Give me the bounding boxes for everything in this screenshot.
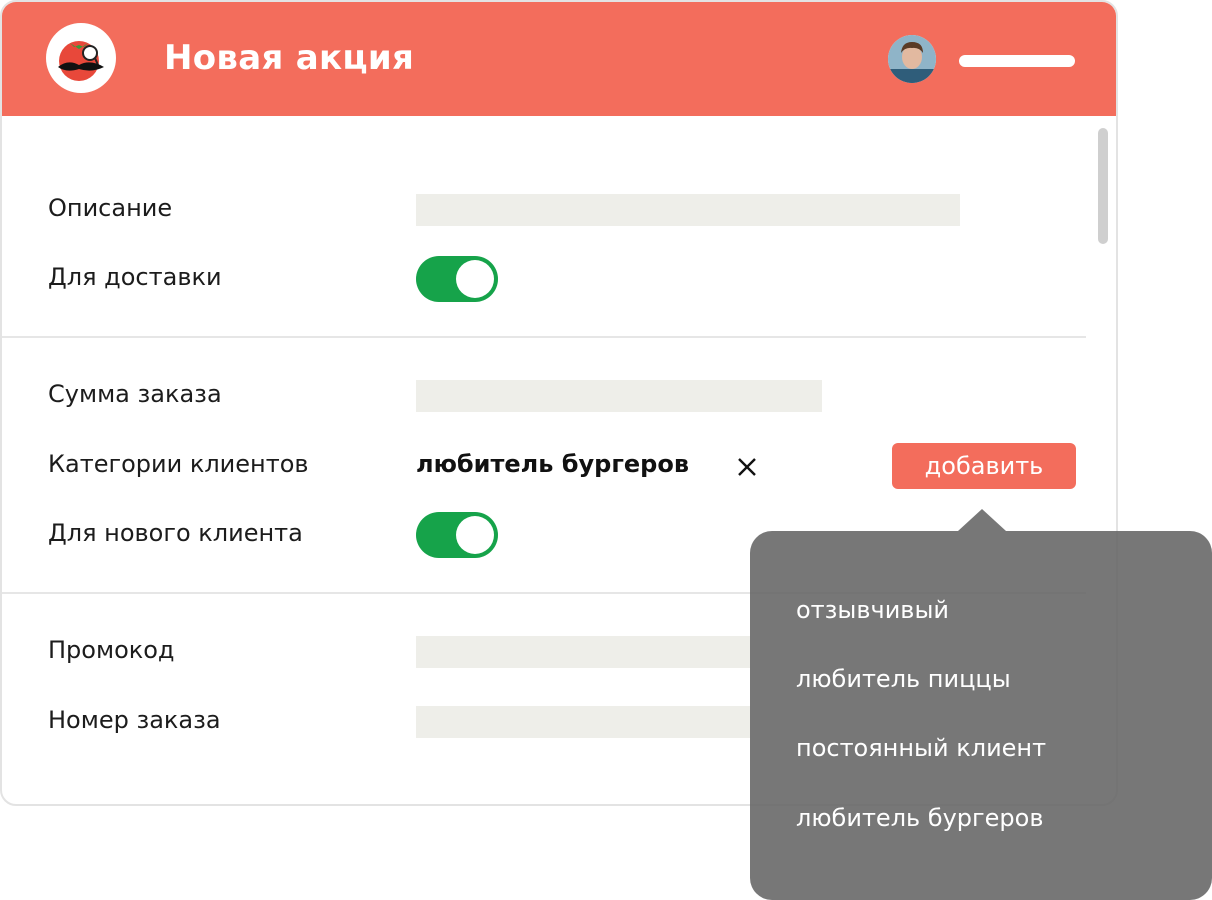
new-client-label: Для нового клиента — [48, 519, 303, 547]
client-categories-label: Категории клиентов — [48, 450, 309, 478]
promo-code-input[interactable] — [416, 636, 750, 668]
dropdown-pointer — [958, 509, 1006, 531]
header-bar: Новая акция — [2, 2, 1116, 116]
dropdown-option[interactable]: постоянный клиент — [796, 734, 1046, 762]
order-number-label: Номер заказа — [48, 706, 221, 734]
scrollbar[interactable] — [1098, 128, 1108, 244]
delivery-toggle[interactable] — [416, 256, 498, 302]
category-dropdown: отзывчивый любитель пиццы постоянный кли… — [750, 531, 1212, 900]
dropdown-option[interactable]: любитель бургеров — [796, 804, 1043, 832]
toggle-knob — [456, 516, 494, 554]
page-title: Новая акция — [164, 38, 415, 78]
add-category-button[interactable]: добавить — [892, 443, 1076, 489]
dropdown-option[interactable]: отзывчивый — [796, 596, 949, 624]
close-icon[interactable] — [734, 454, 760, 480]
new-client-toggle[interactable] — [416, 512, 498, 558]
dropdown-option[interactable]: любитель пиццы — [796, 665, 1011, 693]
selected-category-chip: любитель бургеров — [416, 450, 690, 478]
order-sum-label: Сумма заказа — [48, 380, 222, 408]
order-sum-input[interactable] — [416, 380, 822, 412]
promo-code-label: Промокод — [48, 636, 175, 664]
delivery-label: Для доставки — [48, 263, 222, 291]
section-divider — [2, 336, 1086, 338]
order-number-input[interactable] — [416, 706, 750, 738]
menu-bar-icon[interactable] — [959, 55, 1075, 67]
description-input[interactable] — [416, 194, 960, 226]
user-avatar-icon[interactable] — [888, 35, 936, 83]
toggle-knob — [456, 260, 494, 298]
tomato-logo-icon[interactable] — [46, 23, 116, 93]
description-label: Описание — [48, 194, 173, 222]
